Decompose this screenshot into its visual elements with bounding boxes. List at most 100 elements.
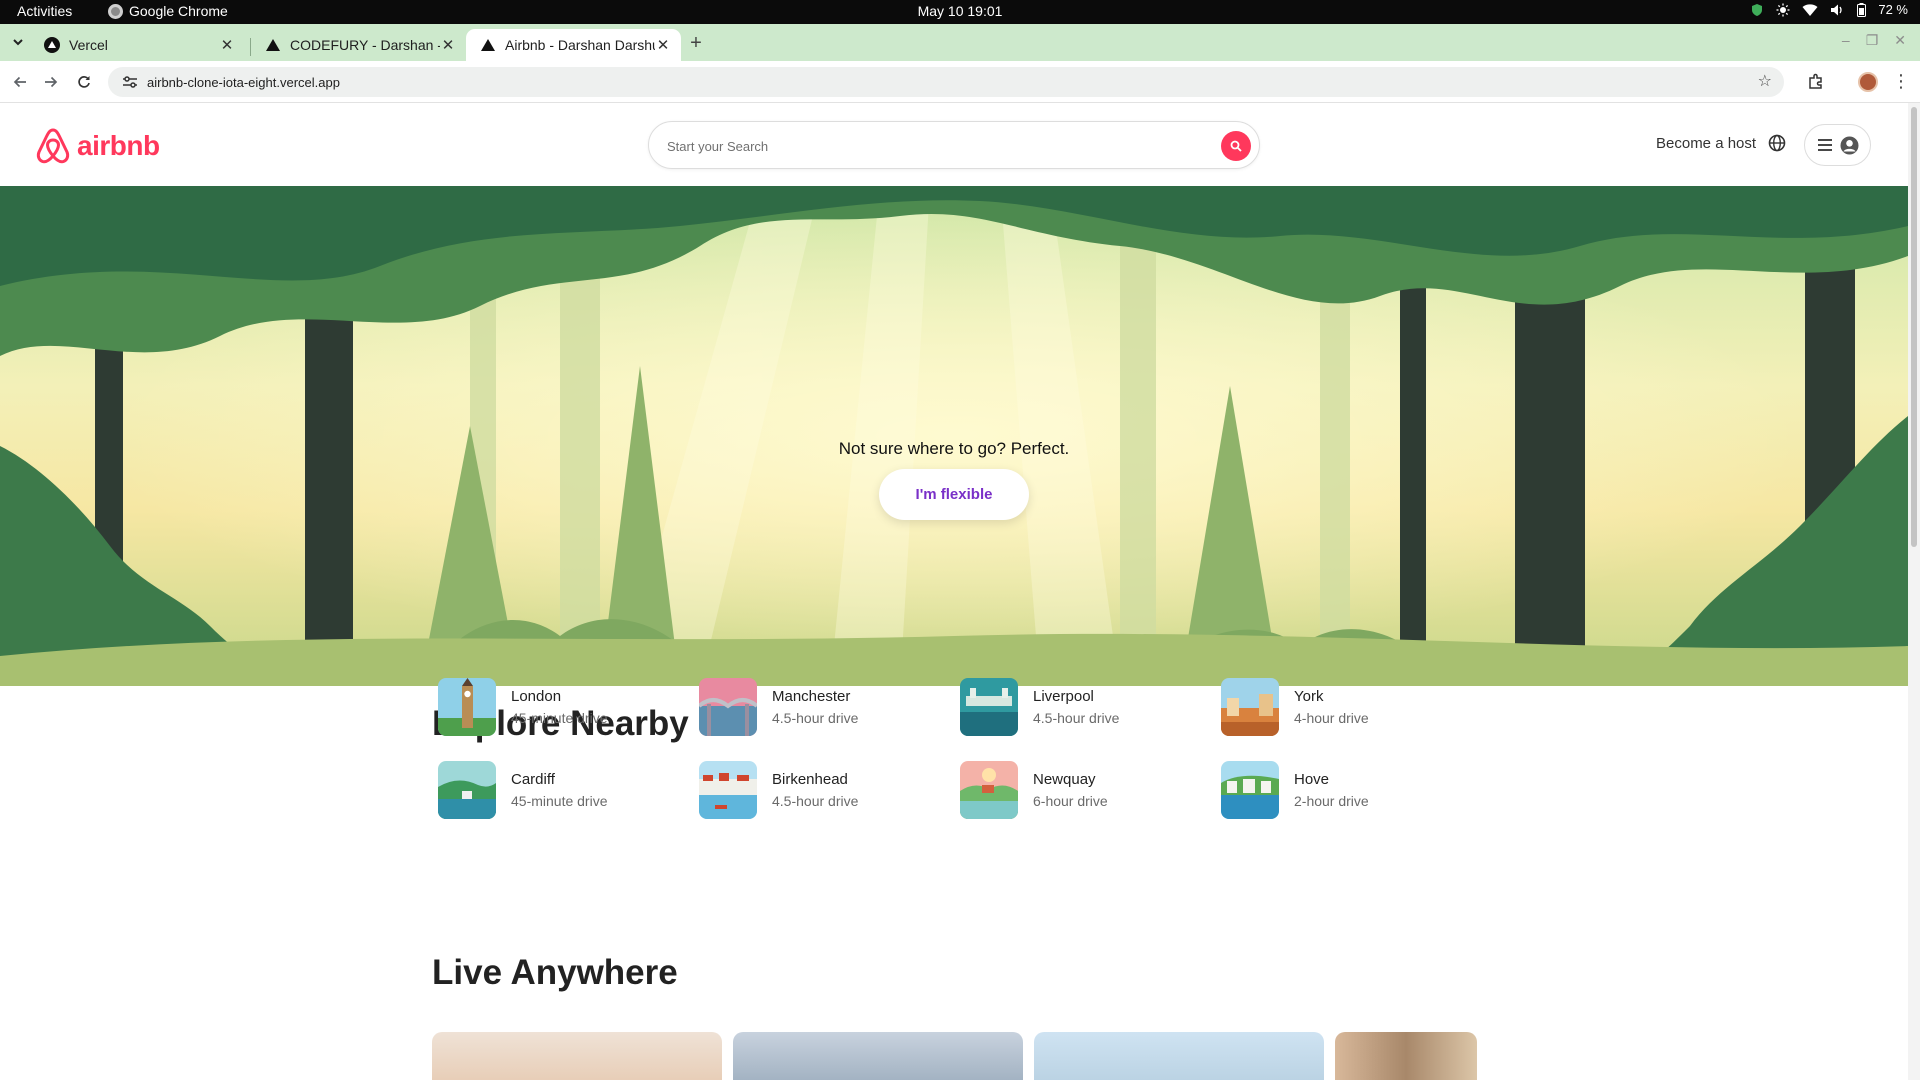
search-bar: [648, 121, 1260, 169]
triangle-icon: [480, 37, 496, 53]
become-host-link[interactable]: Become a host: [1656, 135, 1756, 152]
place-distance: 4.5-hour drive: [772, 710, 859, 726]
place-thumbnail: [699, 761, 757, 819]
im-flexible-button[interactable]: I'm flexible: [879, 469, 1029, 520]
maximize-icon[interactable]: ❐: [1866, 32, 1879, 49]
battery-percent: 72 %: [1878, 2, 1908, 17]
airbnb-logo-icon: [36, 128, 70, 164]
back-button[interactable]: [9, 71, 31, 93]
volume-icon: [1831, 4, 1843, 15]
place-distance: 4.5-hour drive: [1033, 710, 1120, 726]
extensions-icon[interactable]: [1808, 73, 1824, 89]
tab-title: Airbnb - Darshan Darshu: [505, 37, 655, 53]
user-menu-button[interactable]: [1804, 124, 1871, 166]
arrow-left-icon: [13, 76, 26, 88]
place-card-manchester[interactable]: Manchester 4.5-hour drive: [693, 676, 933, 738]
place-distance: 4.5-hour drive: [772, 793, 859, 809]
place-distance: 2-hour drive: [1294, 793, 1369, 809]
window-controls: – ❐ ✕: [1842, 32, 1906, 49]
globe-icon[interactable]: [1768, 134, 1786, 152]
place-name: York: [1294, 688, 1324, 705]
tab-codefury[interactable]: CODEFURY - Darshan - S ✕: [251, 29, 466, 61]
app-menu[interactable]: Google Chrome: [108, 3, 228, 19]
place-name: Newquay: [1033, 771, 1096, 788]
place-thumbnail: [438, 678, 496, 736]
page-viewport: airbnb Become a host: [0, 103, 1908, 1080]
live-card-image[interactable]: [432, 1032, 722, 1080]
place-thumbnail: [1221, 761, 1279, 819]
activities-button[interactable]: Activities: [17, 3, 72, 19]
search-input[interactable]: [667, 135, 1187, 157]
live-anywhere-title: Live Anywhere: [432, 953, 678, 992]
tab-strip: Vercel ✕ CODEFURY - Darshan - S ✕ Airbnb…: [0, 24, 1920, 61]
airbnb-logo[interactable]: airbnb: [35, 127, 160, 165]
kebab-menu-icon[interactable]: ⋮: [1892, 72, 1910, 90]
tab-close-icon[interactable]: ✕: [655, 36, 671, 54]
place-thumbnail: [438, 761, 496, 819]
live-anywhere-cards: [432, 1032, 1477, 1080]
hero-tagline: Not sure where to go? Perfect.: [838, 439, 1070, 458]
browser-toolbar: airbnb-clone-iota-eight.vercel.app ☆ ⋮: [0, 61, 1920, 103]
search-button[interactable]: [1221, 131, 1251, 161]
tab-vercel[interactable]: Vercel ✕: [30, 29, 245, 61]
hamburger-menu-icon: [1817, 139, 1832, 151]
arrow-right-icon: [45, 76, 58, 88]
wifi-icon: [1802, 3, 1818, 16]
forward-button[interactable]: [40, 71, 62, 93]
tab-close-icon[interactable]: ✕: [440, 36, 456, 54]
close-window-icon[interactable]: ✕: [1894, 32, 1906, 49]
hero-banner: Not sure where to go? Perfect. I'm flexi…: [0, 186, 1908, 686]
site-header: airbnb Become a host: [0, 103, 1908, 186]
place-card-liverpool[interactable]: Liverpool 4.5-hour drive: [954, 676, 1194, 738]
place-card-newquay[interactable]: Newquay 6-hour drive: [954, 759, 1194, 821]
reload-button[interactable]: [73, 71, 95, 93]
place-card-cardiff[interactable]: Cardiff 45-minute drive: [432, 759, 672, 821]
site-info-icon[interactable]: [122, 74, 138, 90]
app-name: Google Chrome: [129, 3, 228, 19]
place-thumbnail: [699, 678, 757, 736]
scrollbar-thumb[interactable]: [1911, 107, 1917, 547]
address-bar[interactable]: airbnb-clone-iota-eight.vercel.app ☆: [108, 67, 1784, 97]
page-scrollbar[interactable]: [1908, 103, 1920, 1080]
place-distance: 45-minute drive: [511, 793, 608, 809]
live-card-image[interactable]: [1335, 1032, 1477, 1080]
shield-icon: [1752, 3, 1763, 16]
live-card-image[interactable]: [1034, 1032, 1324, 1080]
tab-title: CODEFURY - Darshan - S: [290, 37, 440, 53]
clock[interactable]: May 10 19:01: [0, 3, 1920, 19]
place-thumbnail: [960, 678, 1018, 736]
tab-airbnb[interactable]: Airbnb - Darshan Darshu ✕: [466, 29, 681, 61]
profile-avatar[interactable]: [1858, 72, 1878, 92]
tab-title: Vercel: [69, 37, 108, 53]
search-icon: [1230, 140, 1242, 152]
chevron-down-icon: [13, 38, 23, 45]
place-thumbnail: [1221, 678, 1279, 736]
place-distance: 4-hour drive: [1294, 710, 1369, 726]
place-card-hove[interactable]: Hove 2-hour drive: [1215, 759, 1455, 821]
battery-icon: [1857, 2, 1867, 17]
reload-icon: [78, 76, 90, 88]
system-top-bar: Activities Google Chrome May 10 19:01 72…: [0, 0, 1920, 24]
place-name: London: [511, 688, 562, 705]
logo-wordmark: airbnb: [77, 130, 160, 161]
place-card-birkenhead[interactable]: Birkenhead 4.5-hour drive: [693, 759, 933, 821]
brightness-icon: [1776, 3, 1790, 16]
triangle-icon: [265, 37, 281, 53]
place-card-york[interactable]: York 4-hour drive: [1215, 676, 1455, 738]
user-avatar-icon: [1840, 136, 1858, 154]
tab-search-button[interactable]: [8, 32, 28, 52]
system-tray[interactable]: 72 %: [1750, 2, 1908, 17]
place-card-london[interactable]: London 45-minute drive: [432, 676, 672, 738]
minimize-icon[interactable]: –: [1842, 32, 1850, 49]
live-card-image[interactable]: [733, 1032, 1023, 1080]
vercel-icon: [44, 37, 60, 53]
place-distance: 6-hour drive: [1033, 793, 1108, 809]
chrome-icon: [108, 3, 123, 19]
place-name: Manchester: [772, 688, 851, 705]
new-tab-button[interactable]: +: [684, 32, 708, 56]
tab-close-icon[interactable]: ✕: [219, 36, 235, 54]
url-text: airbnb-clone-iota-eight.vercel.app: [147, 74, 340, 90]
bookmark-star-icon[interactable]: ☆: [1758, 73, 1772, 91]
place-distance: 45-minute drive: [511, 710, 608, 726]
place-name: Liverpool: [1033, 688, 1094, 705]
